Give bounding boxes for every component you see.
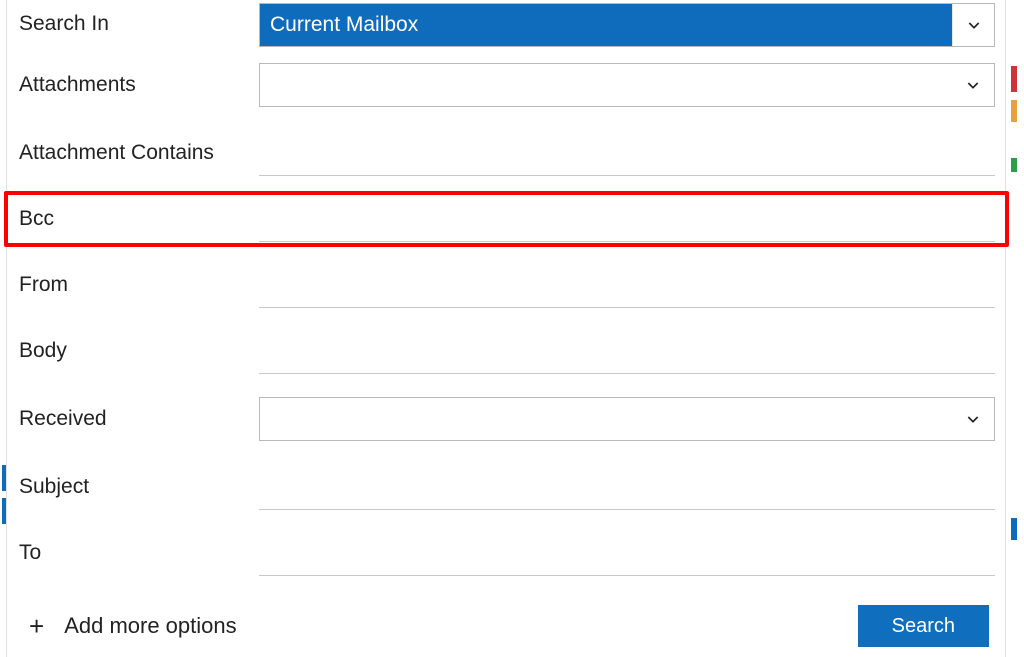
label-received: Received (19, 407, 259, 431)
side-mark (1011, 100, 1017, 122)
row-bcc: Bcc (7, 186, 1005, 252)
label-subject: Subject (19, 475, 259, 499)
dropdown-search-in-value: Current Mailbox (260, 4, 952, 46)
label-to: To (19, 541, 259, 565)
advanced-search-panel: Search In Current Mailbox Attachments (6, 0, 1006, 657)
input-from[interactable] (259, 280, 995, 308)
row-attachments: Attachments (7, 50, 1005, 120)
label-attachment-contains: Attachment Contains (19, 141, 259, 165)
chevron-down-icon (952, 4, 994, 46)
label-attachments: Attachments (19, 73, 259, 97)
chevron-down-icon (952, 64, 994, 106)
row-body: Body (7, 318, 1005, 384)
side-mark (2, 498, 6, 524)
side-mark (1011, 66, 1017, 92)
add-more-label: Add more options (64, 613, 236, 639)
dropdown-attachments-value (260, 64, 952, 106)
plus-icon: + (29, 613, 44, 639)
dropdown-received[interactable] (259, 397, 995, 441)
search-button[interactable]: Search (858, 605, 989, 647)
input-body[interactable] (259, 346, 995, 374)
side-mark (2, 465, 6, 491)
dropdown-attachments[interactable] (259, 63, 995, 107)
input-to[interactable] (259, 548, 995, 576)
side-mark (1011, 518, 1017, 540)
add-more-options[interactable]: + Add more options (29, 613, 237, 639)
input-attachment-contains[interactable] (259, 148, 995, 176)
dropdown-search-in[interactable]: Current Mailbox (259, 3, 995, 47)
row-received: Received (7, 384, 1005, 454)
label-search-in: Search In (19, 0, 259, 36)
input-bcc[interactable] (259, 214, 995, 242)
row-from: From (7, 252, 1005, 318)
label-bcc: Bcc (19, 207, 259, 231)
row-search-in: Search In Current Mailbox (7, 0, 1005, 50)
label-body: Body (19, 339, 259, 363)
side-mark (1011, 158, 1017, 172)
footer: + Add more options Search (7, 605, 1005, 647)
dropdown-received-value (260, 398, 952, 440)
row-to: To (7, 520, 1005, 586)
chevron-down-icon (952, 398, 994, 440)
input-subject[interactable] (259, 482, 995, 510)
row-subject: Subject (7, 454, 1005, 520)
row-attachment-contains: Attachment Contains (7, 120, 1005, 186)
label-from: From (19, 273, 259, 297)
